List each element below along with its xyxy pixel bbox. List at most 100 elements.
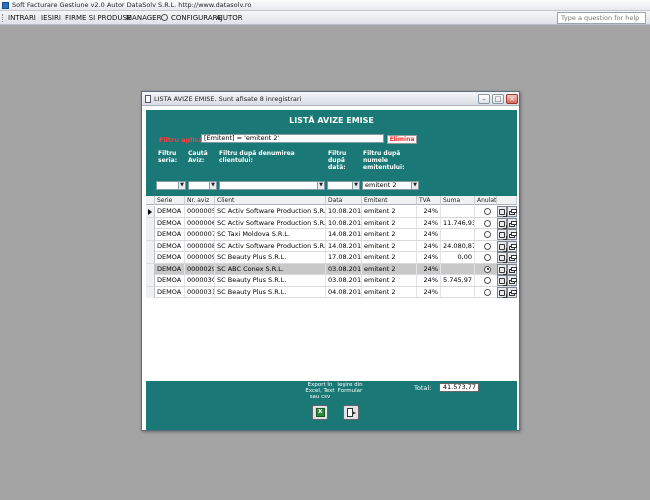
view-document-button[interactable] <box>497 263 507 275</box>
cell-emitent: emitent 2 <box>362 286 417 298</box>
header-panel: LISTĂ AVIZE EMISE Filtru aplicat: [Emite… <box>146 110 517 196</box>
menu-ajutor[interactable]: AJUTOR <box>216 13 243 23</box>
row-selector[interactable] <box>146 263 155 275</box>
column-header-client[interactable]: Client <box>215 196 326 205</box>
table-row[interactable]: DEMOA 0000005 SC Activ Software Production… <box>146 206 517 218</box>
table-row[interactable]: DEMOA 0000029 SC ABC Conex S.R.L. 03.08.201… <box>146 263 517 275</box>
row-selector[interactable] <box>146 240 155 252</box>
column-header-serie[interactable]: Serie <box>155 196 185 205</box>
chevron-down-icon[interactable]: ▼ <box>178 181 186 190</box>
view-document-button[interactable] <box>497 206 507 217</box>
menu-intrari[interactable]: INTRARI <box>8 13 36 23</box>
chevron-down-icon[interactable]: ▼ <box>209 181 217 190</box>
print-button[interactable] <box>507 229 517 240</box>
anulat-radio[interactable] <box>484 242 491 250</box>
cell-serie: DEMOA <box>155 275 185 286</box>
row-selector[interactable] <box>146 206 155 217</box>
anulat-radio[interactable] <box>484 219 491 227</box>
row-selector[interactable] <box>146 229 155 240</box>
header-selector <box>146 196 155 205</box>
magnifier-icon <box>499 255 507 263</box>
magnifier-icon <box>499 266 507 275</box>
column-header-data[interactable]: Data <box>326 196 362 205</box>
table-row[interactable]: DEMOA 0000007 SC Taxi Moldova S.R.L. 14.08.… <box>146 229 517 241</box>
help-search-input[interactable]: Type a question for help <box>557 12 646 24</box>
filter-aviz-select[interactable]: ▼ <box>188 181 217 190</box>
anulat-radio[interactable] <box>484 254 491 261</box>
column-header-tva[interactable]: TVA <box>417 196 441 205</box>
document-icon <box>145 95 151 103</box>
table-row[interactable]: DEMOA 0000031 SC Beauty Plus S.R.L. 04.08.2… <box>146 286 517 298</box>
anulat-radio[interactable] <box>484 208 491 215</box>
print-button[interactable] <box>507 286 517 298</box>
view-document-button[interactable] <box>497 286 507 298</box>
menu-iesiri[interactable]: IESIRI <box>41 13 61 23</box>
row-selector[interactable] <box>146 286 155 298</box>
row-selector[interactable] <box>146 275 155 286</box>
remove-filter-button[interactable]: Elimina <box>387 135 417 144</box>
cell-nr: 0000029 <box>187 263 215 275</box>
printer-icon <box>509 278 517 284</box>
cell-suma: 11.746,93 <box>443 217 475 229</box>
cell-serie: DEMOA <box>155 286 185 298</box>
export-label: Export în Excel, Text sau csv <box>305 382 335 400</box>
cell-suma <box>441 286 475 298</box>
column-header-emitent[interactable]: Emitent <box>362 196 417 205</box>
chevron-down-icon[interactable]: ▼ <box>411 181 419 190</box>
close-button[interactable]: × <box>506 94 518 104</box>
filter-client-label: Filtru după denumirea clientului: <box>219 150 295 164</box>
filter-seria-select[interactable]: ▼ <box>156 181 186 190</box>
print-button[interactable] <box>507 240 517 252</box>
view-document-button[interactable] <box>497 275 507 286</box>
print-button[interactable] <box>507 275 517 286</box>
maximize-button[interactable]: □ <box>492 94 504 104</box>
column-header-suma[interactable]: Suma <box>441 196 475 205</box>
magnifier-icon <box>499 289 507 298</box>
minimize-button[interactable]: – <box>478 94 490 104</box>
view-document-button[interactable] <box>497 229 507 240</box>
cell-nr: 0000006 <box>187 217 215 229</box>
anulat-radio[interactable] <box>484 288 491 296</box>
print-button[interactable] <box>507 263 517 275</box>
print-button[interactable] <box>507 206 517 217</box>
table-row[interactable]: DEMOA 0000009 SC Beauty Plus S.R.L. 17.08.2… <box>146 252 517 264</box>
menu-firme-si-produse[interactable]: FIRME SI PRODUSE <box>65 13 131 23</box>
table-row[interactable]: DEMOA 0000006 SC Activ Software Production… <box>146 217 517 229</box>
cell-tva: 24% <box>417 229 441 240</box>
cell-suma: 5.745,97 <box>441 275 475 286</box>
anulat-radio[interactable] <box>484 231 491 238</box>
view-document-button[interactable] <box>497 217 507 229</box>
export-excel-button[interactable] <box>312 405 328 420</box>
cell-client: SC Beauty Plus S.R.L. <box>215 275 326 286</box>
print-button[interactable] <box>507 217 517 229</box>
view-document-button[interactable] <box>497 252 507 263</box>
anulat-radio[interactable] <box>484 265 491 273</box>
filter-emitent-select[interactable]: emitent 2 ▼ <box>362 181 419 190</box>
exit-label: Ieşire din Formular <box>337 382 363 394</box>
view-document-button[interactable] <box>497 240 507 252</box>
anulat-radio[interactable] <box>484 277 491 284</box>
page-title: LISTĂ AVIZE EMISE <box>289 116 374 125</box>
menu-configurare[interactable]: CONFIGURARE <box>171 13 222 23</box>
column-header-anulat[interactable]: Anulat <box>475 196 497 205</box>
magnifier-icon <box>499 220 507 229</box>
menu-manager[interactable]: MANAGER <box>126 13 161 23</box>
table-row[interactable]: DEMOA 0000030 SC Beauty Plus S.R.L. 03.08.2… <box>146 275 517 287</box>
cell-emitent: emitent 2 <box>362 252 417 263</box>
cell-nr: 0000007 <box>187 229 215 240</box>
chevron-down-icon[interactable]: ▼ <box>317 181 325 190</box>
printer-icon <box>509 243 517 250</box>
cell-serie: DEMOA <box>155 229 185 240</box>
table-row[interactable]: DEMOA 0000008 SC Activ Software Production… <box>146 240 517 252</box>
row-selector[interactable] <box>146 217 155 229</box>
chevron-down-icon[interactable]: ▼ <box>352 181 360 190</box>
filter-client-select[interactable]: ▼ <box>219 181 325 190</box>
row-selector[interactable] <box>146 252 155 263</box>
column-header-nr-aviz[interactable]: Nr. aviz <box>185 196 215 205</box>
exit-form-button[interactable] <box>343 405 359 420</box>
magnifier-icon <box>499 243 507 252</box>
filter-seria-label: Filtru seria: <box>158 150 178 164</box>
filter-data-select[interactable]: ▼ <box>327 181 360 190</box>
print-button[interactable] <box>507 252 517 263</box>
cell-tva: 24% <box>417 275 441 286</box>
